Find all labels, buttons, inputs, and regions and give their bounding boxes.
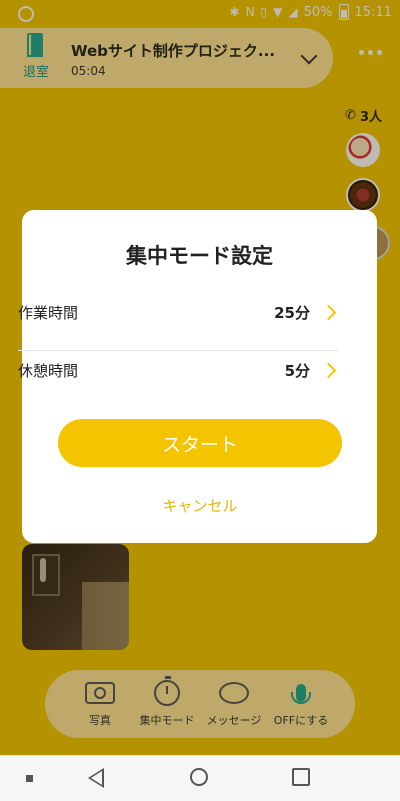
break-time-value: 5分: [284, 361, 310, 380]
start-button[interactable]: スタート: [58, 419, 342, 467]
break-time-label: 休憩時間: [18, 361, 79, 380]
nav-dot-icon[interactable]: [26, 775, 33, 782]
break-time-row[interactable]: 休憩時間 5分: [18, 350, 338, 390]
system-navigation-bar: [0, 755, 400, 801]
home-icon[interactable]: [190, 768, 208, 786]
chevron-right-icon: [320, 362, 337, 378]
chevron-right-icon: [320, 304, 337, 320]
cancel-button[interactable]: キャンセル: [0, 495, 400, 516]
recent-apps-icon[interactable]: [292, 768, 310, 786]
dialog-title: 集中モード設定: [126, 244, 273, 268]
work-time-row[interactable]: 作業時間 25分: [18, 292, 338, 332]
work-time-label: 作業時間: [18, 303, 79, 322]
work-time-value: 25分: [274, 303, 310, 322]
